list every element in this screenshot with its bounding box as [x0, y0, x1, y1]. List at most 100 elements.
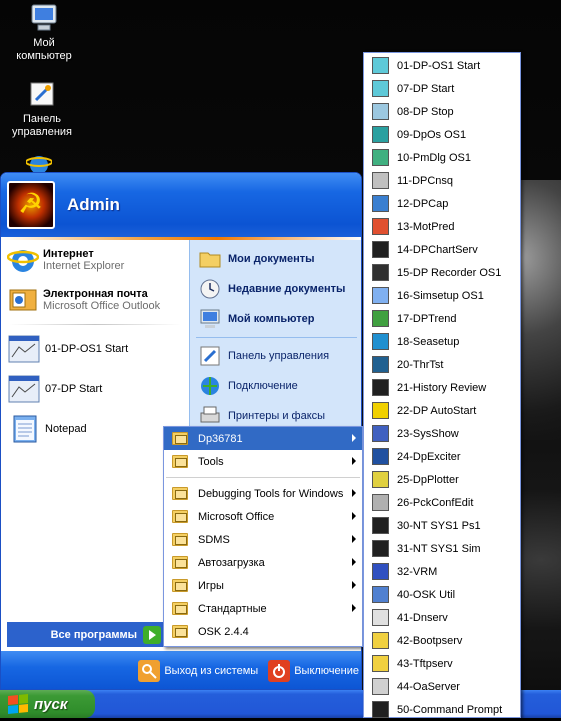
dp-window-icon — [7, 332, 41, 366]
dp-menu-item[interactable]: 10-PmDlg OS1 — [364, 146, 520, 169]
dp-menu-item[interactable]: 17-DPTrend — [364, 307, 520, 330]
dp-menu-item[interactable]: 16-Simsetup OS1 — [364, 284, 520, 307]
program-folder-label: Microsoft Office — [198, 510, 275, 523]
dp-menu-item[interactable]: 07-DP Start — [364, 77, 520, 100]
control-panel-link[interactable]: Панель управления — [190, 341, 361, 371]
dp-menu-item[interactable]: 09-DpOs OS1 — [364, 123, 520, 146]
program-icon — [372, 563, 389, 580]
folder-icon — [172, 533, 188, 546]
program-folder-debugging[interactable]: Debugging Tools for Windows — [164, 482, 362, 505]
dp-menu-item-label: 20-ThrTst — [397, 358, 444, 371]
program-icon — [372, 264, 389, 281]
dp-menu-item[interactable]: 43-Tftpserv — [364, 652, 520, 675]
dp-menu-item[interactable]: 21-History Review — [364, 376, 520, 399]
dp-menu-item-label: 43-Tftpserv — [397, 657, 453, 670]
program-folder-games[interactable]: Игры — [164, 574, 362, 597]
start-menu-footer: Выход из системы Выключение — [1, 651, 361, 689]
all-programs-button[interactable]: Все программы — [7, 622, 163, 647]
dp-menu-item[interactable]: 41-Dnserv — [364, 606, 520, 629]
program-icon — [372, 333, 389, 350]
internet-explorer-icon[interactable] — [25, 152, 53, 174]
program-icon — [372, 80, 389, 97]
program-folder-startup[interactable]: Автозагрузка — [164, 551, 362, 574]
dp-menu-item-label: 30-NT SYS1 Ps1 — [397, 519, 481, 532]
dp-menu-item[interactable]: 01-DP-OS1 Start — [364, 54, 520, 77]
program-folder-sdms[interactable]: SDMS — [164, 528, 362, 551]
pinned-subtitle: Internet Explorer — [43, 260, 125, 272]
dp-menu-item-label: 07-DP Start — [397, 82, 455, 95]
dp-menu-item[interactable]: 25-DpPlotter — [364, 468, 520, 491]
program-folder-dp36781[interactable]: Dp36781 — [164, 427, 362, 450]
dp-menu-item[interactable]: 40-OSK Util — [364, 583, 520, 606]
dp-menu-item[interactable]: 13-MotPred — [364, 215, 520, 238]
recent-documents-link[interactable]: Недавние документы — [190, 274, 361, 304]
connect-link[interactable]: Подключение — [190, 371, 361, 401]
recent-documents-icon — [198, 277, 222, 301]
dp-menu-item-label: 11-DPCnsq — [397, 174, 454, 187]
all-programs-menu: Dp36781 Tools Debugging Tools for Window… — [163, 426, 363, 647]
dp-menu-item[interactable]: 30-NT SYS1 Ps1 — [364, 514, 520, 537]
program-icon — [372, 517, 389, 534]
my-computer-icon — [198, 307, 222, 331]
control-panel-icon — [198, 344, 222, 368]
dp-menu-item-label: 12-DPCap — [397, 197, 449, 210]
dp-menu-item-label: 17-DPTrend — [397, 312, 457, 325]
my-computer-link[interactable]: Мой компьютер — [190, 304, 361, 334]
program-icon — [372, 425, 389, 442]
key-icon — [138, 660, 161, 682]
dp-menu-item[interactable]: 23-SysShow — [364, 422, 520, 445]
program-folder-tools[interactable]: Tools — [164, 450, 362, 473]
program-icon — [372, 379, 389, 396]
folder-icon — [172, 579, 188, 592]
shutdown-button[interactable]: Выключение — [268, 660, 359, 682]
dp-menu-item[interactable]: 08-DP Stop — [364, 100, 520, 123]
dp-menu-item[interactable]: 12-DPCap — [364, 192, 520, 215]
recent-item-label: 07-DP Start — [45, 383, 103, 395]
recent-item-label: Notepad — [45, 423, 87, 435]
dp-menu-item-label: 16-Simsetup OS1 — [397, 289, 484, 302]
start-button[interactable]: пуск — [0, 690, 95, 718]
user-name: Admin — [67, 195, 120, 214]
dp-menu-item-label: 50-Command Prompt — [397, 703, 503, 716]
avatar[interactable] — [7, 181, 55, 229]
my-computer-icon — [28, 2, 60, 34]
recent-item[interactable]: 07-DP Start — [1, 369, 189, 409]
my-documents-link[interactable]: Мои документы — [190, 244, 361, 274]
dp-menu-item-label: 18-Seasetup — [397, 335, 460, 348]
divider — [166, 477, 360, 478]
dp-menu-item[interactable]: 24-DpExciter — [364, 445, 520, 468]
dp-menu-item[interactable]: 44-OaServer — [364, 675, 520, 698]
program-folder-accessories[interactable]: Стандартные — [164, 597, 362, 620]
dp-menu-item[interactable]: 42-Bootpserv — [364, 629, 520, 652]
desktop-icon-my-computer[interactable]: Мой компьютер — [6, 2, 82, 63]
program-icon — [372, 471, 389, 488]
dp-menu-item[interactable]: 32-VRM — [364, 560, 520, 583]
folder-icon — [172, 602, 188, 615]
dp-menu-item[interactable]: 11-DPCnsq — [364, 169, 520, 192]
program-folder-office[interactable]: Microsoft Office — [164, 505, 362, 528]
recent-item[interactable]: 01-DP-OS1 Start — [1, 329, 189, 369]
dp-menu-item[interactable]: 31-NT SYS1 Sim — [364, 537, 520, 560]
pinned-email[interactable]: Электронная почта Microsoft Office Outlo… — [1, 280, 189, 320]
folder-icon — [172, 432, 188, 445]
dp-menu-item[interactable]: 18-Seasetup — [364, 330, 520, 353]
notepad-icon — [7, 412, 41, 446]
dp36781-menu: 01-DP-OS1 Start 07-DP Start 08-DP Stop 09-D… — [363, 52, 521, 718]
dp-menu-item[interactable]: 20-ThrTst — [364, 353, 520, 376]
desktop-icon-control-panel[interactable]: Панель управления — [4, 78, 80, 139]
dp-menu-item[interactable]: 26-PckConfEdit — [364, 491, 520, 514]
control-panel-icon — [26, 78, 58, 110]
printer-icon — [198, 404, 222, 428]
dp-menu-item[interactable]: 22-DP AutoStart — [364, 399, 520, 422]
logoff-button[interactable]: Выход из системы — [138, 660, 258, 682]
dp-menu-item-label: 41-Dnserv — [397, 611, 448, 624]
dp-menu-item[interactable]: 15-DP Recorder OS1 — [364, 261, 520, 284]
pinned-internet[interactable]: Интернет Internet Explorer — [1, 240, 189, 280]
recent-item[interactable]: Notepad — [1, 409, 189, 449]
dp-menu-item[interactable]: 14-DPChartServ — [364, 238, 520, 261]
folder-icon — [172, 625, 188, 638]
program-icon — [372, 287, 389, 304]
program-icon — [372, 149, 389, 166]
printers-label: Принтеры и факсы — [228, 410, 326, 422]
program-folder-osk[interactable]: OSK 2.4.4 — [164, 620, 362, 643]
